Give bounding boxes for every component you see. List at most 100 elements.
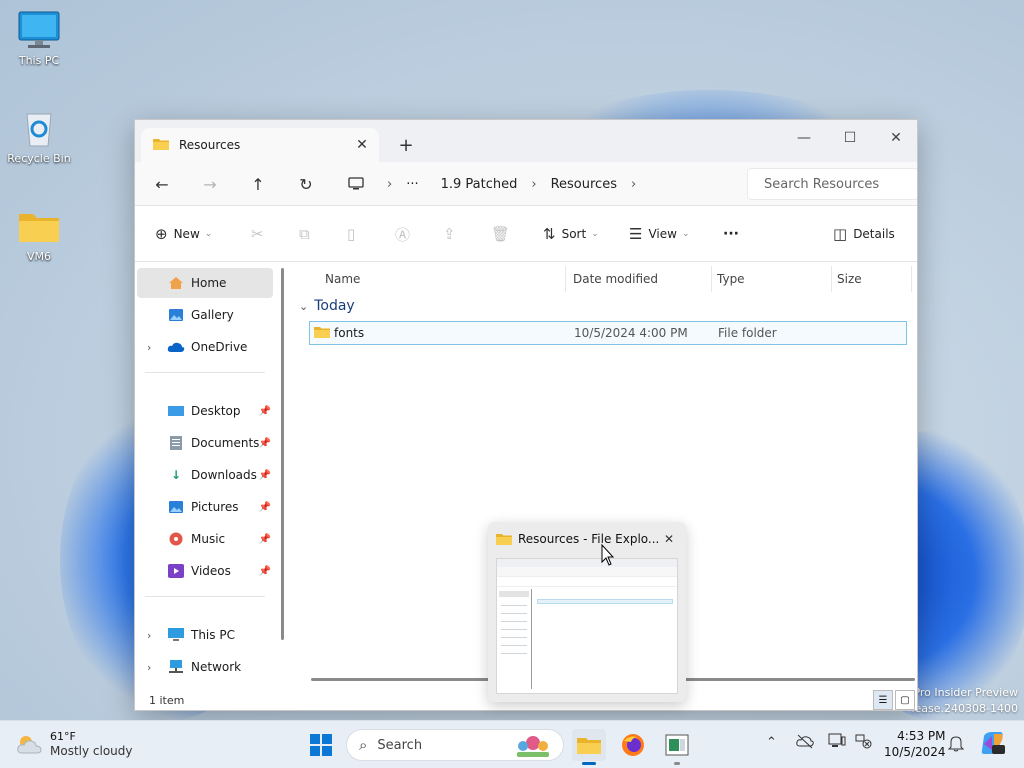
pictures-icon [167, 499, 185, 515]
new-tab-button[interactable]: + [393, 132, 419, 158]
table-row[interactable]: fonts 10/5/2024 4:00 PM File folder [309, 321, 907, 345]
chevron-right-icon[interactable]: › [631, 177, 636, 192]
sidebar-item-desktop[interactable]: Desktop 📌 [137, 396, 273, 426]
computer-icon[interactable] [341, 170, 371, 198]
close-tab-button[interactable]: ✕ [349, 132, 375, 158]
view-label: View [648, 227, 677, 241]
sidebar-item-home[interactable]: Home [137, 268, 273, 298]
taskbar-app-window[interactable] [660, 729, 694, 765]
scissors-icon: ✂ [251, 225, 264, 243]
chevron-right-icon[interactable]: › [147, 661, 151, 674]
more-options-button[interactable]: ··· [723, 220, 739, 248]
chevron-right-icon[interactable]: › [531, 177, 536, 192]
large-icons-view-toggle[interactable]: ▢ [895, 690, 915, 710]
tab-resources[interactable]: Resources ✕ [141, 128, 379, 162]
column-divider[interactable] [565, 266, 566, 292]
sidebar-item-gallery[interactable]: Gallery [137, 300, 273, 330]
pin-icon[interactable]: 📌 [259, 566, 271, 577]
minimize-button[interactable]: — [781, 124, 827, 152]
details-pane-button[interactable]: ◫ Details [833, 220, 895, 248]
sidebar-item-label: Music [191, 532, 226, 546]
breadcrumb-overflow[interactable]: ··· [406, 177, 418, 192]
clipboard-icon: ▯ [347, 225, 356, 243]
cut-button[interactable]: ✂ [251, 220, 270, 248]
network-disconnected-icon[interactable] [854, 733, 872, 753]
chevron-right-icon[interactable]: › [147, 341, 151, 354]
sort-button[interactable]: ⇅ Sort ⌄ [543, 220, 599, 248]
chevron-down-icon: ⌄ [299, 299, 309, 313]
desktop-icon-this-pc[interactable]: This PC [4, 10, 74, 67]
up-button[interactable]: ↑ [243, 170, 273, 198]
folder-icon [17, 206, 61, 246]
app-window-icon [665, 734, 689, 756]
column-divider[interactable] [711, 266, 712, 292]
taskbar-thumbnail-preview[interactable]: Resources - File Explo... ✕ [488, 522, 686, 702]
sidebar-item-videos[interactable]: Videos 📌 [137, 556, 273, 586]
breadcrumb-item-resources[interactable]: Resources [551, 177, 617, 192]
view-list-icon: ☰ [629, 225, 643, 243]
details-label: Details [853, 227, 895, 241]
group-header-today[interactable]: ⌄ Today [299, 298, 355, 314]
sidebar-item-downloads[interactable]: ↓ Downloads 📌 [137, 460, 273, 490]
search-input[interactable]: Search Resources [747, 168, 917, 200]
display-icon[interactable] [828, 733, 846, 753]
clock[interactable]: 4:53 PM 10/5/2024 [884, 728, 946, 760]
refresh-button[interactable]: ↻ [291, 170, 321, 198]
desktop-icon-label: Recycle Bin [7, 152, 71, 165]
sidebar-item-pictures[interactable]: Pictures 📌 [137, 492, 273, 522]
column-divider[interactable] [911, 266, 912, 292]
paste-button[interactable]: ▯ [347, 220, 361, 248]
notification-bell-icon[interactable] [947, 734, 965, 756]
taskbar-file-explorer[interactable] [572, 729, 606, 765]
column-header-name[interactable]: Name [325, 266, 360, 292]
new-button[interactable]: ⊕ New ⌄ [155, 220, 212, 248]
sidebar-item-label: This PC [191, 628, 235, 642]
sidebar-item-music[interactable]: Music 📌 [137, 524, 273, 554]
view-button[interactable]: ☰ View ⌄ [629, 220, 689, 248]
taskbar-search-box[interactable]: ⌕ Search [346, 729, 564, 761]
delete-button[interactable]: 🗑 [491, 220, 516, 248]
pin-icon[interactable]: 📌 [259, 470, 271, 481]
sidebar-item-network[interactable]: › Network [137, 652, 273, 682]
back-button[interactable]: ← [147, 170, 177, 198]
pin-icon[interactable]: 📌 [259, 406, 271, 417]
details-view-toggle[interactable]: ☰ [873, 690, 893, 710]
taskbar-firefox[interactable] [616, 729, 650, 761]
share-button[interactable]: ⇪ [443, 220, 462, 248]
copilot-icon[interactable] [980, 730, 1006, 760]
close-button[interactable]: ✕ [873, 124, 917, 152]
pin-icon[interactable]: 📌 [259, 502, 271, 513]
breadcrumb-item-1-9-patched[interactable]: 1.9 Patched [441, 177, 518, 192]
pin-icon[interactable]: 📌 [259, 534, 271, 545]
chevron-right-icon[interactable]: › [387, 177, 392, 192]
sidebar-item-onedrive[interactable]: › OneDrive [137, 332, 273, 362]
weather-description: Mostly cloudy [50, 744, 133, 758]
chevron-right-icon[interactable]: › [147, 629, 151, 642]
weather-widget[interactable]: 61°F Mostly cloudy [16, 729, 133, 759]
desktop-icon-vm6[interactable]: VM6 [4, 206, 74, 263]
title-bar: Resources ✕ + — ☐ ✕ [135, 120, 917, 162]
pin-icon[interactable]: 📌 [259, 438, 271, 449]
preview-title: Resources - File Explo... [518, 532, 660, 546]
rename-button[interactable]: Ⓐ [395, 220, 416, 248]
cloud-offline-icon[interactable] [796, 733, 814, 753]
chevron-down-icon: ⌄ [591, 229, 599, 239]
copy-button[interactable]: ⧉ [299, 220, 316, 248]
documents-icon [167, 435, 185, 451]
clock-date: 10/5/2024 [884, 745, 946, 759]
sidebar-item-this-pc[interactable]: › This PC [137, 620, 273, 650]
column-header-size[interactable]: Size [837, 266, 862, 292]
weather-temperature: 61°F [50, 730, 76, 743]
column-header-date-modified[interactable]: Date modified [573, 266, 658, 292]
sidebar-item-documents[interactable]: Documents 📌 [137, 428, 273, 458]
column-divider[interactable] [831, 266, 832, 292]
forward-button[interactable]: → [195, 170, 225, 198]
desktop-icon-recycle-bin[interactable]: Recycle Bin [4, 108, 74, 165]
maximize-button[interactable]: ☐ [827, 124, 873, 152]
sidebar-item-label: Downloads [191, 468, 257, 482]
show-hidden-icons-button[interactable]: ⌃ [766, 735, 777, 750]
sidebar-scrollbar[interactable] [281, 268, 284, 640]
preview-close-button[interactable]: ✕ [664, 532, 674, 546]
column-header-type[interactable]: Type [717, 266, 745, 292]
start-button[interactable] [304, 729, 338, 761]
